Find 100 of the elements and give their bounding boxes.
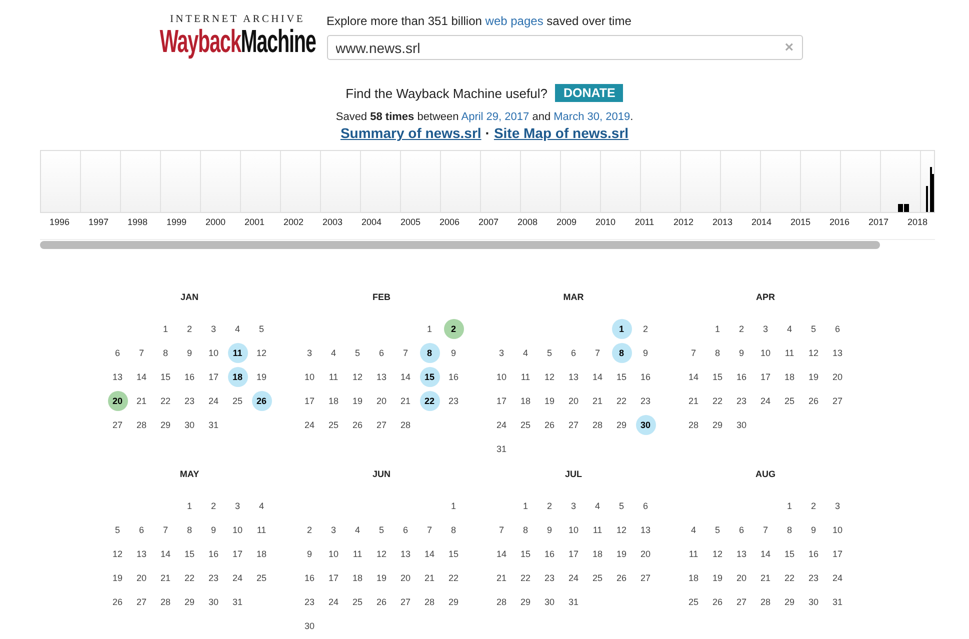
capture-day[interactable]: 22 xyxy=(420,391,440,411)
calendar-day: 21 xyxy=(396,391,416,411)
year-label[interactable]: 2014 xyxy=(742,213,781,227)
year-label[interactable]: 2001 xyxy=(235,213,274,227)
calendar-day: 28 xyxy=(756,592,776,612)
calendar-day: 23 xyxy=(180,391,200,411)
calendar-day: 21 xyxy=(588,391,608,411)
year-label[interactable]: 2000 xyxy=(196,213,235,227)
calendar-day: 6 xyxy=(636,496,656,516)
calendar-day: 15 xyxy=(180,544,200,564)
calendar-day: 2 xyxy=(732,319,752,339)
calendar-day: 15 xyxy=(444,544,464,564)
calendar-day: 11 xyxy=(252,520,272,540)
capture-day[interactable]: 11 xyxy=(228,343,248,363)
saved-summary: Saved 58 times between April 29, 2017 and March 30, 2019. xyxy=(336,111,634,123)
year-label[interactable]: 2003 xyxy=(313,213,352,227)
calendar-day: 8 xyxy=(156,343,176,363)
calendar-day: 12 xyxy=(348,367,368,387)
web-pages-link[interactable]: web pages xyxy=(485,14,544,28)
calendar-day: 2 xyxy=(300,520,320,540)
year-label[interactable]: 1998 xyxy=(118,213,157,227)
calendar-day: 1 xyxy=(708,319,728,339)
year-label[interactable]: 2010 xyxy=(586,213,625,227)
scrollbar-thumb[interactable] xyxy=(40,241,880,249)
calendar-day: 19 xyxy=(804,367,824,387)
site-link[interactable]: Site Map of news.srl xyxy=(494,125,629,141)
calendar-day: 2 xyxy=(540,496,560,516)
calendar-day: 19 xyxy=(372,568,392,588)
calendar-day: 2 xyxy=(204,496,224,516)
calendar-day: 9 xyxy=(732,343,752,363)
calendar-day: 4 xyxy=(516,343,536,363)
year-label[interactable]: 1996 xyxy=(40,213,79,227)
last-capture-link[interactable]: March 30, 2019 xyxy=(554,111,630,123)
capture-day[interactable]: 8 xyxy=(420,343,440,363)
calendar-day: 22 xyxy=(444,568,464,588)
year-label[interactable]: 2018 xyxy=(898,213,937,227)
calendar-day: 10 xyxy=(204,343,224,363)
calendar-day: 20 xyxy=(564,391,584,411)
calendar-day: 11 xyxy=(324,367,344,387)
calendar-day: 13 xyxy=(396,544,416,564)
capture-day[interactable]: 20 xyxy=(108,391,128,411)
capture-day[interactable]: 30 xyxy=(636,415,656,435)
calendar-day: 21 xyxy=(756,568,776,588)
year-label[interactable]: 2007 xyxy=(469,213,508,227)
calendar-day: 28 xyxy=(492,592,512,612)
calendar-day: 17 xyxy=(756,367,776,387)
first-capture-link[interactable]: April 29, 2017 xyxy=(461,111,530,123)
year-label[interactable]: 1999 xyxy=(157,213,196,227)
year-label[interactable]: 2012 xyxy=(664,213,703,227)
month-title: JAN xyxy=(180,292,198,304)
calendar-day: 9 xyxy=(804,520,824,540)
capture-day[interactable]: 18 xyxy=(228,367,248,387)
year-label[interactable]: 2017 xyxy=(859,213,898,227)
calendar-day: 17 xyxy=(228,544,248,564)
capture-day[interactable]: 2 xyxy=(444,319,464,339)
calendar-day: 24 xyxy=(828,568,848,588)
calendar-day: 6 xyxy=(732,520,752,540)
calendar-day: 5 xyxy=(372,520,392,540)
calendar-day: 24 xyxy=(492,415,512,435)
calendar-day: 18 xyxy=(684,568,704,588)
year-label[interactable]: 2011 xyxy=(625,213,664,227)
search-field[interactable]: www.news.srl × xyxy=(326,35,802,60)
calendar-day: 14 xyxy=(684,367,704,387)
year-label[interactable]: 2008 xyxy=(508,213,547,227)
calendar-day: 21 xyxy=(420,568,440,588)
calendar-day: 16 xyxy=(300,568,320,588)
year-label[interactable]: 2016 xyxy=(820,213,859,227)
calendar-day: 9 xyxy=(180,343,200,363)
year-label[interactable]: 2004 xyxy=(352,213,391,227)
donate-button[interactable]: DONATE xyxy=(555,84,624,102)
year-label[interactable]: 2005 xyxy=(391,213,430,227)
year-label[interactable]: 2009 xyxy=(547,213,586,227)
calendar-day: 20 xyxy=(828,367,848,387)
calendar-day: 12 xyxy=(372,544,392,564)
site-link[interactable]: Summary of news.srl xyxy=(340,125,482,141)
calendar-day: 27 xyxy=(732,592,752,612)
calendar-day: 26 xyxy=(708,592,728,612)
calendar-day: 8 xyxy=(444,520,464,540)
calendar-day: 15 xyxy=(612,367,632,387)
year-label[interactable]: 2002 xyxy=(274,213,313,227)
calendar-day: 29 xyxy=(156,415,176,435)
calendar-day: 26 xyxy=(348,415,368,435)
year-label[interactable]: 2015 xyxy=(781,213,820,227)
capture-timeline[interactable] xyxy=(40,150,935,213)
calendar-day: 22 xyxy=(708,391,728,411)
year-label[interactable]: 2013 xyxy=(703,213,742,227)
year-label[interactable]: 1997 xyxy=(79,213,118,227)
capture-day[interactable]: 15 xyxy=(420,367,440,387)
calendar-day: 16 xyxy=(804,544,824,564)
calendar-day: 2 xyxy=(180,319,200,339)
capture-day[interactable]: 8 xyxy=(612,343,632,363)
calendar-day: 17 xyxy=(828,544,848,564)
calendar-day: 9 xyxy=(540,520,560,540)
capture-day[interactable]: 1 xyxy=(612,319,632,339)
calendar-day: 5 xyxy=(612,496,632,516)
calendar-day: 20 xyxy=(132,568,152,588)
calendar-day: 14 xyxy=(492,544,512,564)
capture-day[interactable]: 26 xyxy=(252,391,272,411)
calendar-day: 25 xyxy=(684,592,704,612)
year-label[interactable]: 2006 xyxy=(430,213,469,227)
